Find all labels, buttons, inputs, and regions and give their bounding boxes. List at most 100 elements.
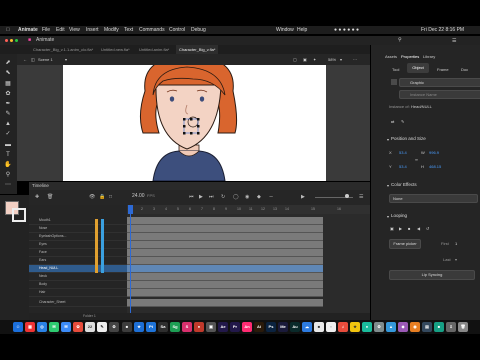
search-icon[interactable]: ⚲ [398,36,402,45]
messages-icon[interactable]: ✉ [49,322,59,332]
scene-name[interactable]: Scene 1 [38,54,53,65]
trash-icon[interactable]: 🗑 [458,322,468,332]
menu-window[interactable]: Window [276,26,294,34]
layer-row[interactable]: Body [29,281,127,289]
chevron-down-icon[interactable]: ▾ [65,54,67,65]
eraser-tool-icon[interactable]: ▬ [4,142,12,148]
app-icon[interactable]: ▲ [386,322,396,332]
dock-app-s[interactable]: S [182,322,192,332]
mouth-shape[interactable] [187,116,199,128]
reverse-icon[interactable]: ◀ [417,226,420,231]
transform-handle[interactable] [190,118,193,121]
app-icon[interactable]: ⚙ [109,322,119,332]
dock-app-ae[interactable]: Ae [218,322,228,332]
loop-playback-icon[interactable]: ↻ [221,194,225,200]
transform-handle[interactable] [183,118,186,121]
new-layer-icon[interactable]: ✚ [35,194,39,200]
menu-file[interactable]: File [42,26,50,34]
chevron-down-icon[interactable]: ▾ [387,137,389,142]
zoom-value[interactable]: 58% [328,54,336,65]
layer-row[interactable]: Hair [29,289,127,297]
menu-modify[interactable]: Modify [104,26,119,34]
first-field[interactable]: 1 [455,241,457,246]
frame-row[interactable] [127,299,323,307]
frame-row[interactable] [127,225,323,233]
app-icon[interactable]: ▣ [206,322,216,332]
app-icon[interactable]: ■ [122,322,132,332]
play-once-icon[interactable]: ▶ [399,226,402,231]
timeline-title[interactable]: Timeline [32,182,49,190]
center-stage-icon[interactable]: ✦ [313,54,316,65]
tween-icon[interactable]: ∼ [269,194,273,200]
w-field[interactable]: 996.9 [429,150,439,155]
frame-picker-button[interactable]: Frame picker [389,239,421,249]
chevron-down-icon[interactable]: ▾ [387,183,389,188]
frame-row[interactable] [127,257,323,265]
calendar-icon[interactable]: 22 [85,322,95,332]
app-icon[interactable]: ♫ [338,322,348,332]
safari-icon[interactable]: ◎ [37,322,47,332]
text-tool-icon[interactable]: T [4,152,12,158]
apple-icon[interactable]:  [6,26,10,34]
dock-app-pt[interactable]: Pt [146,322,156,332]
eyedropper-tool-icon[interactable]: ✓ [4,131,12,137]
dock-app-sg[interactable]: Sg [170,322,180,332]
frame-row[interactable] [127,249,323,257]
camera-icon[interactable]: ◉ [245,194,249,200]
color-style-select[interactable]: None [389,194,478,203]
zoom-window-button[interactable] [15,39,18,42]
play-icon[interactable]: ▶ [199,194,203,200]
lasso-tool-icon[interactable]: ✿ [4,91,12,97]
frame-ruler[interactable]: 1 2 3 4 5 6 7 8 9 10 11 12 13 14 15 16 [127,205,370,214]
hand-tool-icon[interactable]: ✋ [4,162,12,168]
app-icon[interactable]: ■ [434,322,444,332]
pen-tool-icon[interactable]: ✒ [4,101,12,107]
character-artwork[interactable] [63,65,326,181]
menu-edit[interactable]: Edit [56,26,65,34]
dock-app-ps[interactable]: Ps [266,322,276,332]
app-icon[interactable]: ◆ [398,322,408,332]
swap-icon[interactable]: ⇄ [391,119,394,124]
layer-row-selected[interactable]: Head_NULL [29,265,127,273]
menu-control[interactable]: Control [169,26,185,34]
app-icon[interactable]: ■ [314,322,324,332]
lock-layer-icon[interactable]: 🔒 [99,194,105,200]
selection-tool-icon[interactable]: ⬈ [4,60,12,66]
transform-handle[interactable] [183,125,186,128]
frame-row-selected[interactable] [127,265,323,273]
tab-properties[interactable]: Properties [401,54,419,59]
downloads-icon[interactable]: ⇩ [446,322,456,332]
layer-row[interactable]: Eyes [29,241,127,249]
dock-app-pr[interactable]: Pr [230,322,240,332]
face-shape[interactable] [155,84,222,150]
close-window-button[interactable] [5,39,8,42]
stage-options-icon[interactable]: ⋯ [353,54,357,65]
right-eye-shape[interactable] [199,96,205,102]
notes-icon[interactable]: ✎ [97,322,107,332]
transform-handle[interactable] [190,132,193,135]
layer-row[interactable]: Mouth1 [29,217,127,225]
layer-row[interactable]: Nose [29,225,127,233]
single-frame-icon[interactable]: ■ [408,226,410,231]
menu-help[interactable]: Help [297,26,307,34]
menu-view[interactable]: View [69,26,80,34]
subtab-doc[interactable]: Doc [461,67,468,72]
mail-icon[interactable]: ✉ [61,322,71,332]
outline-layer-icon[interactable]: □ [109,194,112,200]
subselection-tool-icon[interactable]: ⬉ [4,70,12,76]
transform-handle[interactable] [197,132,200,135]
subtab-tool[interactable]: Tool [392,67,399,72]
first-frame-icon[interactable]: ⏮ [189,194,194,200]
onion-skin-icon[interactable]: ◯ [233,194,239,200]
delete-layer-icon[interactable]: 🗑 [47,194,53,200]
layer-row[interactable]: Ears [29,257,127,265]
frame-row[interactable] [127,273,323,281]
dock-app-au[interactable]: Au [290,322,300,332]
brush-tool-icon[interactable]: ✎ [4,111,12,117]
app-icon[interactable]: ● [362,322,372,332]
back-arrow-icon[interactable]: ← [23,54,27,65]
photos-icon[interactable]: ✿ [73,322,83,332]
launchpad-icon[interactable]: ▦ [25,322,35,332]
playhead[interactable] [128,205,133,313]
dock-app-ai[interactable]: Ai [254,322,264,332]
